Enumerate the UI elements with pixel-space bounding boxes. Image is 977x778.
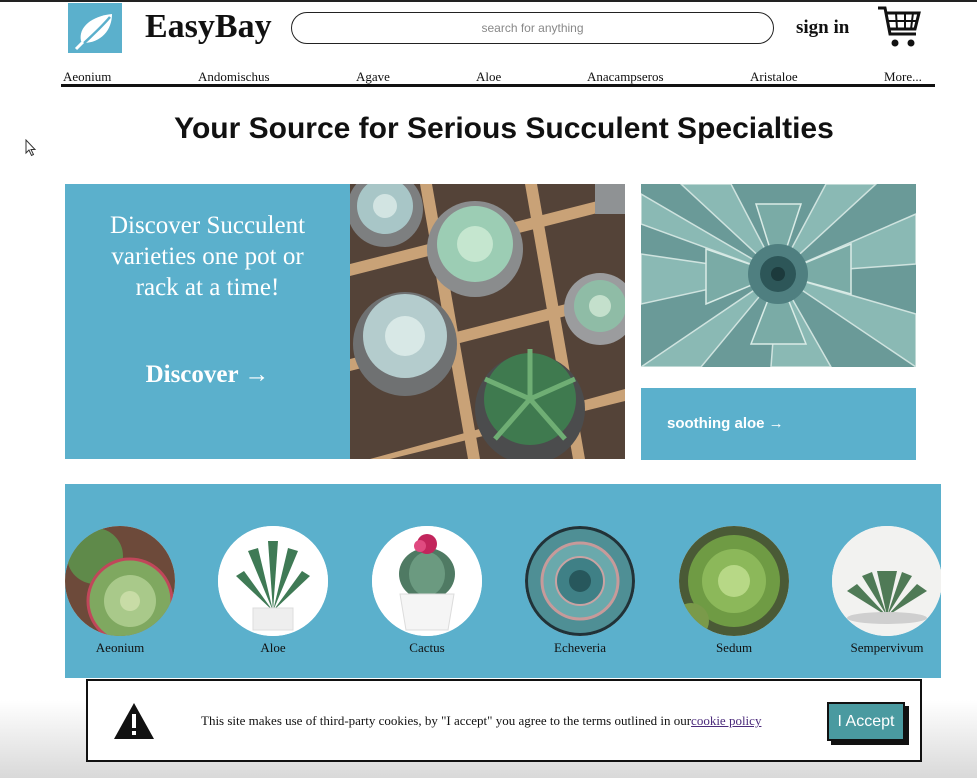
nav-item-anacampseros[interactable]: Anacampseros xyxy=(587,69,664,85)
cookie-banner: This site makes use of third-party cooki… xyxy=(86,679,922,762)
cookie-message-text: This site makes use of third-party cooki… xyxy=(201,713,692,728)
accept-cookies-button[interactable]: I Accept xyxy=(827,702,905,741)
category-echeveria[interactable]: Echeveria xyxy=(525,526,635,656)
nav-item-aeonium[interactable]: Aeonium xyxy=(63,69,111,85)
category-aloe[interactable]: Aloe xyxy=(218,526,328,656)
succulent-tray-photo xyxy=(350,184,625,459)
cookie-policy-link[interactable]: cookie policy xyxy=(691,713,761,728)
category-label: Aeonium xyxy=(95,640,145,655)
cookie-message: This site makes use of third-party cooki… xyxy=(201,713,761,729)
promo-text: Discover Succulent varieties one pot or … xyxy=(109,212,306,301)
echeveria-image xyxy=(525,526,635,636)
category-sempervivum[interactable]: Sempervivum xyxy=(832,526,941,656)
nav-item-aloe[interactable]: Aloe xyxy=(476,69,501,85)
category-label: Cactus xyxy=(409,640,445,655)
cart-icon[interactable] xyxy=(876,4,922,50)
category-label: Echeveria xyxy=(554,640,606,655)
nav-item-aristaloe[interactable]: Aristaloe xyxy=(750,69,798,85)
nav-item-agave[interactable]: Agave xyxy=(356,69,390,85)
sign-in-link[interactable]: sign in xyxy=(796,17,849,39)
warning-icon xyxy=(112,701,156,741)
category-sedum[interactable]: Sedum xyxy=(679,526,789,656)
category-label: Sempervivum xyxy=(850,640,924,655)
top-border xyxy=(0,0,977,2)
category-nav: Aeonium Andomischus Agave Aloe Anacampse… xyxy=(61,67,935,87)
category-aeonium[interactable]: Aeonium xyxy=(65,526,175,656)
search-input[interactable] xyxy=(291,12,774,44)
logo-leaf-icon[interactable] xyxy=(68,3,122,53)
page-headline: Your Source for Serious Succulent Specia… xyxy=(174,112,834,145)
sempervivum-image xyxy=(832,526,941,636)
soothing-aloe-label: soothing aloe → xyxy=(667,415,784,432)
category-cactus[interactable]: Cactus xyxy=(372,526,482,656)
sedum-image xyxy=(679,526,789,636)
category-label: Aloe xyxy=(260,640,286,655)
cactus-image xyxy=(372,526,482,636)
category-carousel: Aeonium Aloe Cactus Echeveria Sedum Semp… xyxy=(65,484,941,678)
aloe-image xyxy=(218,526,328,636)
aeonium-image xyxy=(65,526,175,636)
discover-button[interactable]: Discover → xyxy=(65,361,350,389)
discover-promo: Discover Succulent varieties one pot or … xyxy=(65,184,350,459)
soothing-aloe-link[interactable]: soothing aloe → xyxy=(641,388,916,460)
brand-name[interactable]: EasyBay xyxy=(145,8,272,46)
category-label: Sedum xyxy=(715,640,753,655)
agave-photo xyxy=(641,184,916,367)
nav-item-more[interactable]: More... xyxy=(884,69,922,85)
nav-item-andomischus[interactable]: Andomischus xyxy=(198,69,270,85)
